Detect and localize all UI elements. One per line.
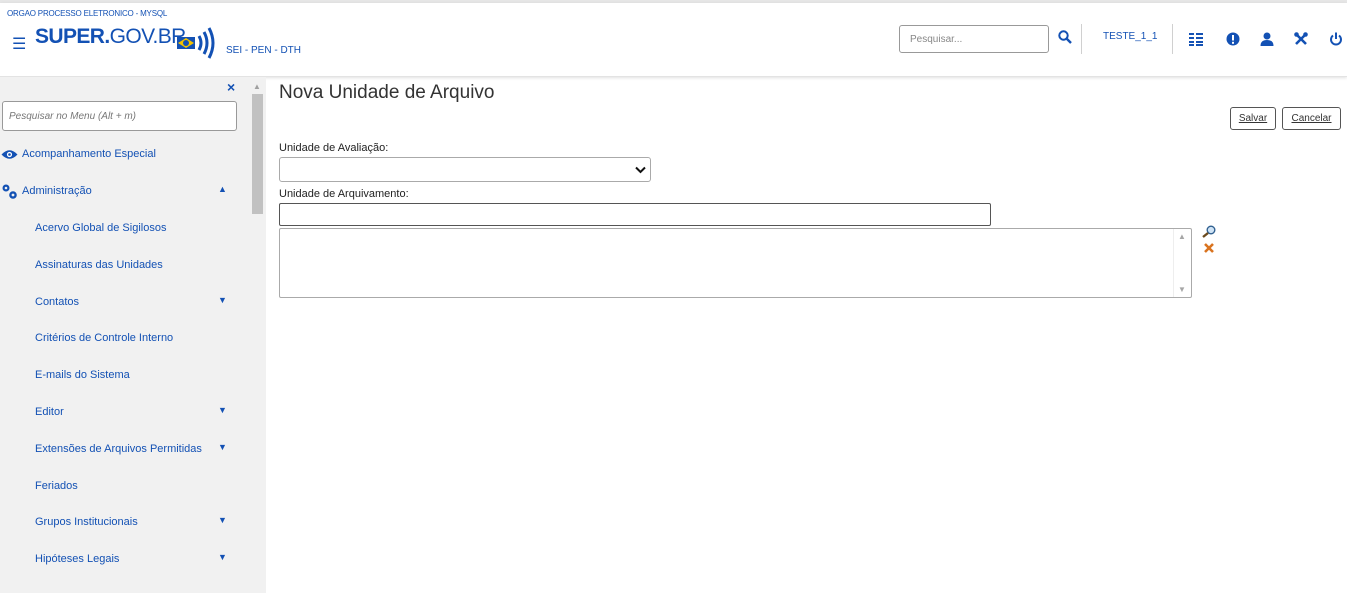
sidebar-item-label: Feriados <box>35 480 78 492</box>
unidade-arquivamento-label: Unidade de Arquivamento: <box>279 188 409 200</box>
chevron-down-icon: ▼ <box>218 442 227 452</box>
page-title: Nova Unidade de Arquivo <box>279 82 495 103</box>
logo-light: GOV.BR <box>109 25 187 48</box>
sidebar-item-label: Critérios de Controle Interno <box>35 332 174 344</box>
list-scrollbar[interactable]: ▲ ▼ <box>1173 229 1191 297</box>
cancel-button[interactable]: Cancelar <box>1282 107 1341 130</box>
save-button[interactable]: Salvar <box>1230 107 1276 130</box>
scroll-down-icon[interactable]: ▼ <box>1178 285 1186 294</box>
chevron-up-icon: ▲ <box>218 184 227 194</box>
sidebar-item-label: Acervo Global de Sigilosos <box>35 222 167 234</box>
chevron-down-icon: ▼ <box>218 295 227 305</box>
logo-mark-icon <box>177 27 215 59</box>
menu-search-input[interactable] <box>2 101 237 131</box>
sidebar-item-contatos[interactable]: Contatos ▼ <box>0 289 250 317</box>
sidebar-item-acervo[interactable]: Acervo Global de Sigilosos <box>0 215 250 243</box>
sidebar-item-administracao[interactable]: Administração ▲ <box>0 178 250 206</box>
sidebar-scroll-thumb[interactable] <box>252 94 263 214</box>
sidebar-item-emails[interactable]: E-mails do Sistema <box>0 362 250 390</box>
grid-icon[interactable] <box>1189 32 1203 46</box>
logo[interactable]: SUPER.GOV.BR <box>35 25 186 49</box>
user-icon[interactable] <box>1260 32 1274 46</box>
chevron-down-icon <box>635 166 646 174</box>
header-separator <box>1081 24 1082 54</box>
logo-bold: SUPER. <box>35 25 110 48</box>
tools-icon[interactable] <box>1294 32 1308 46</box>
unidades-arquivamento-list[interactable]: ▲ ▼ <box>279 228 1192 298</box>
sidebar-item-label: Administração <box>22 185 92 197</box>
sidebar-item-acompanhamento[interactable]: Acompanhamento Especial <box>0 141 250 169</box>
sidebar: × Acompanhamento Especial Administração … <box>0 77 266 593</box>
scroll-up-icon[interactable]: ▲ <box>253 82 261 91</box>
sidebar-item-assinaturas[interactable]: Assinaturas das Unidades <box>0 252 250 280</box>
sidebar-item-label: Assinaturas das Unidades <box>35 259 163 271</box>
chevron-down-icon: ▼ <box>218 515 227 525</box>
sidebar-item-feriados[interactable]: Feriados <box>0 473 250 501</box>
chevron-down-icon: ▼ <box>218 552 227 562</box>
subsystem-label: SEI - PEN - DTH <box>226 45 302 56</box>
sidebar-item-editor[interactable]: Editor ▼ <box>0 399 250 427</box>
sidebar-item-extensoes[interactable]: Extensões de Arquivos Permitidas ▼ <box>0 436 250 464</box>
org-name: ORGAO PROCESSO ELETRONICO - MYSQL <box>7 9 168 18</box>
sidebar-item-label: Acompanhamento Especial <box>22 148 156 160</box>
header: ORGAO PROCESSO ELETRONICO - MYSQL ☰ SUPE… <box>0 3 1347 77</box>
unidade-avaliacao-label: Unidade de Avaliação: <box>279 142 389 154</box>
remove-x-icon[interactable] <box>1203 242 1215 254</box>
scroll-up-icon[interactable]: ▲ <box>1178 232 1186 241</box>
unidade-arquivamento-input[interactable] <box>279 203 991 226</box>
gears-icon <box>2 184 17 199</box>
chevron-down-icon: ▼ <box>218 405 227 415</box>
sidebar-item-grupos[interactable]: Grupos Institucionais ▼ <box>0 509 250 537</box>
sidebar-item-criterios[interactable]: Critérios de Controle Interno <box>0 325 250 353</box>
eye-icon <box>1 150 18 159</box>
header-search-input[interactable] <box>899 25 1049 53</box>
hamburger-icon[interactable]: ☰ <box>12 34 26 54</box>
alert-icon[interactable] <box>1226 32 1240 46</box>
magnifier-icon[interactable] <box>1202 225 1216 238</box>
sidebar-item-label: Contatos <box>35 296 80 308</box>
sidebar-item-label: E-mails do Sistema <box>35 369 130 381</box>
sidebar-item-label: Extensões de Arquivos Permitidas <box>35 443 202 455</box>
close-menu-icon[interactable]: × <box>227 79 235 95</box>
sidebar-item-hipoteses[interactable]: Hipóteses Legais ▼ <box>0 546 250 574</box>
sidebar-item-label: Editor <box>35 406 64 418</box>
power-icon[interactable] <box>1329 32 1343 46</box>
header-separator <box>1172 24 1173 54</box>
sidebar-item-label: Grupos Institucionais <box>35 516 138 528</box>
search-icon[interactable] <box>1058 30 1072 44</box>
sidebar-item-label: Hipóteses Legais <box>35 553 120 565</box>
user-name[interactable]: TESTE_1_1 <box>1103 31 1157 42</box>
unidade-avaliacao-select[interactable] <box>279 157 651 182</box>
